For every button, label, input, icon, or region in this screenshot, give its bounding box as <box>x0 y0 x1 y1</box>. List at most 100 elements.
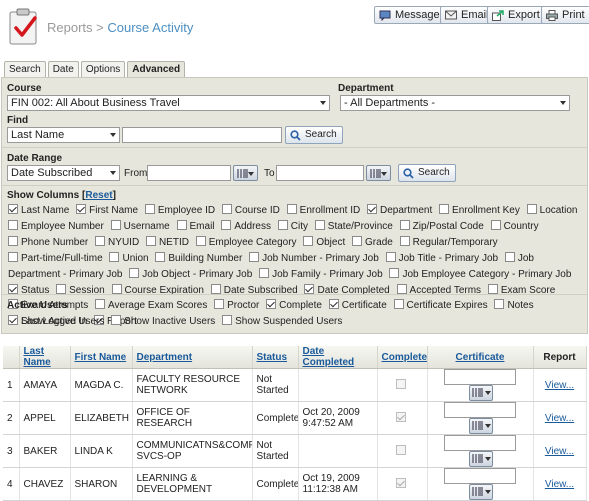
checkbox-box[interactable] <box>249 251 260 262</box>
department-select[interactable]: - All Departments - <box>340 95 570 111</box>
checkbox-job-title-primary-job[interactable]: Job Title - Primary Job <box>385 251 498 264</box>
certificate-calendar-button[interactable] <box>469 385 493 401</box>
checkbox-union[interactable]: Union <box>109 251 149 264</box>
view-report-link[interactable]: View... <box>545 380 574 391</box>
checkbox-netid[interactable]: NETID <box>145 235 189 248</box>
checkbox-notes[interactable]: Notes <box>494 299 534 311</box>
status-header[interactable]: Status <box>252 346 299 369</box>
checkbox-box[interactable] <box>95 235 106 246</box>
certificate-header[interactable]: Certificate <box>427 346 534 369</box>
checkbox-box[interactable] <box>487 283 498 294</box>
checkbox-box[interactable] <box>389 267 400 278</box>
checkbox-box[interactable] <box>222 315 233 325</box>
checkbox-box[interactable] <box>393 299 404 310</box>
checkbox-box[interactable] <box>8 251 18 262</box>
view-report-link[interactable]: View... <box>545 446 574 457</box>
course-select[interactable]: FIN 002: All About Business Travel <box>7 95 330 111</box>
first-name-header[interactable]: First Name <box>70 346 133 369</box>
checkbox-box[interactable] <box>314 219 325 230</box>
print-button[interactable]: Print <box>541 6 589 24</box>
checkbox-country[interactable]: Country <box>490 219 539 232</box>
certificate-calendar-button[interactable] <box>469 418 493 434</box>
complete-header[interactable]: Complete <box>377 346 428 369</box>
checkbox-box[interactable] <box>155 251 166 262</box>
checkbox-box[interactable] <box>111 283 122 294</box>
checkbox-nyuid[interactable]: NYUID <box>95 235 139 248</box>
department-header[interactable]: Department <box>132 346 253 369</box>
checkbox-box[interactable] <box>266 299 277 310</box>
checkbox-box[interactable] <box>328 299 339 310</box>
checkbox-box[interactable] <box>286 204 297 214</box>
view-report-link[interactable]: View... <box>545 413 574 424</box>
checkbox-department[interactable]: Department <box>367 204 432 216</box>
checkbox-box[interactable] <box>8 219 18 230</box>
checkbox-job-object-primary-job[interactable]: Job Object - Primary Job <box>129 267 252 280</box>
checkbox-box[interactable] <box>129 267 140 278</box>
find-search-button[interactable]: Search <box>285 126 343 144</box>
checkbox-box[interactable] <box>144 204 155 214</box>
view-report-link[interactable]: View... <box>545 479 574 490</box>
from-calendar-button[interactable] <box>233 165 258 181</box>
checkbox-box[interactable] <box>176 219 187 230</box>
from-date-input[interactable] <box>147 165 231 181</box>
checkbox-box[interactable] <box>76 204 87 214</box>
certificate-date-input[interactable] <box>444 435 516 451</box>
to-calendar-button[interactable] <box>366 165 391 181</box>
checkbox-enrollment-key[interactable]: Enrollment Key <box>439 204 520 216</box>
date-field-select[interactable]: Date Subscribed <box>7 165 120 181</box>
certificate-date-input[interactable] <box>444 468 516 484</box>
checkbox-employee-number[interactable]: Employee Number <box>8 219 104 232</box>
checkbox-job-number-primary-job[interactable]: Job Number - Primary Job <box>249 251 379 264</box>
tab-search[interactable]: Search <box>4 61 46 77</box>
checkbox-box[interactable] <box>8 283 18 294</box>
checkbox-box[interactable] <box>109 251 120 262</box>
tab-date[interactable]: Date <box>47 61 79 77</box>
last-name-header[interactable]: Last Name <box>19 346 71 369</box>
checkbox-box[interactable] <box>221 219 232 230</box>
date-search-button[interactable]: Search <box>398 164 456 182</box>
checkbox-grade[interactable]: Grade <box>352 235 393 248</box>
checkbox-job-family-primary-job[interactable]: Job Family - Primary Job <box>259 267 383 280</box>
checkbox-regular-temporary[interactable]: Regular/Temporary <box>399 235 498 248</box>
message-button[interactable]: Message <box>374 6 446 24</box>
checkbox-location[interactable]: Location <box>526 204 577 216</box>
tab-options[interactable]: Options <box>80 61 126 77</box>
certificate-calendar-button[interactable] <box>469 484 493 500</box>
checkbox-state-province[interactable]: State/Province <box>314 219 393 232</box>
checkbox-box[interactable] <box>145 235 156 246</box>
certificate-date-input[interactable] <box>444 402 516 418</box>
checkbox-username[interactable]: Username <box>110 219 170 232</box>
checkbox-box[interactable] <box>303 235 314 246</box>
checkbox-box[interactable] <box>214 299 225 310</box>
checkbox-object[interactable]: Object <box>303 235 345 248</box>
checkbox-email[interactable]: Email <box>176 219 215 232</box>
checkbox-box[interactable] <box>8 204 18 214</box>
checkbox-box[interactable] <box>56 283 67 294</box>
checkbox-proctor[interactable]: Proctor <box>214 299 259 311</box>
tab-advanced[interactable]: Advanced <box>127 61 186 78</box>
checkbox-box[interactable] <box>494 299 505 310</box>
checkbox-box[interactable] <box>439 204 450 214</box>
checkbox-enrollment-id[interactable]: Enrollment ID <box>286 204 360 216</box>
certificate-date-input[interactable] <box>444 369 516 385</box>
date-completed-header[interactable]: Date Completed <box>298 346 378 369</box>
checkbox-box[interactable] <box>490 219 501 230</box>
checkbox-box[interactable] <box>8 315 18 325</box>
checkbox-box[interactable] <box>396 283 407 294</box>
checkbox-box[interactable] <box>110 219 121 230</box>
certificate-calendar-button[interactable] <box>469 451 493 467</box>
checkbox-employee-id[interactable]: Employee ID <box>144 204 215 216</box>
checkbox-city[interactable]: City <box>277 219 308 232</box>
checkbox-box[interactable] <box>210 283 221 294</box>
checkbox-box[interactable] <box>504 251 515 262</box>
checkbox-box[interactable] <box>399 235 410 246</box>
checkbox-job-employee-category-primary-job[interactable]: Job Employee Category - Primary Job <box>389 267 571 280</box>
checkbox-show-suspended-users[interactable]: Show Suspended Users <box>222 315 342 327</box>
find-field-select[interactable]: Last Name <box>7 127 120 143</box>
checkbox-box[interactable] <box>304 283 315 294</box>
checkbox-average-exam-scores[interactable]: Average Exam Scores <box>95 299 207 311</box>
find-input[interactable] <box>122 127 282 143</box>
checkbox-box[interactable] <box>195 235 206 246</box>
checkbox-show-active-users[interactable]: Show Active Users <box>8 315 104 327</box>
checkbox-first-name[interactable]: First Name <box>76 204 138 216</box>
